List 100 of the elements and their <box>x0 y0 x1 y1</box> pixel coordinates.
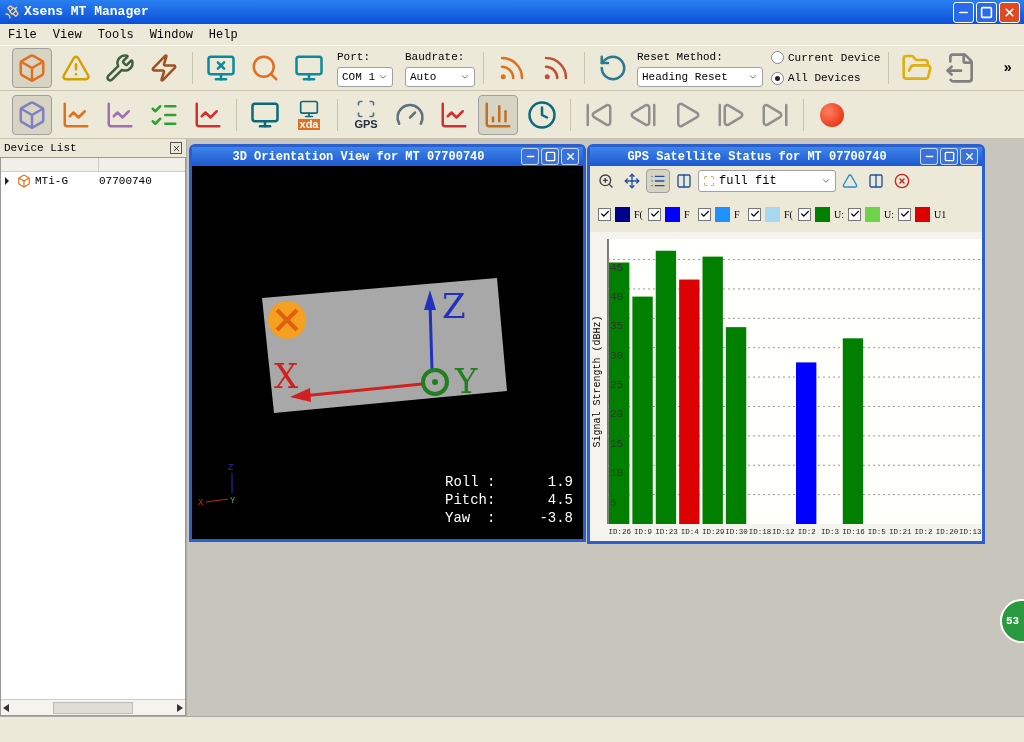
grid-icon <box>356 99 376 119</box>
y-axis-title: Signal Strength (dBHz) <box>592 315 603 448</box>
sensor-marker-icon <box>268 301 306 339</box>
monitor-icon <box>294 53 324 83</box>
radio-button[interactable] <box>771 51 784 65</box>
menu-item[interactable]: Tools <box>97 25 134 44</box>
readout-value: 4.5 <box>546 491 573 509</box>
readout-value: -3.8 <box>538 509 573 527</box>
window-title: Xsens MT Manager <box>24 3 149 22</box>
toolbar-button[interactable]: GPS <box>346 94 386 135</box>
close-button[interactable] <box>170 142 182 154</box>
y-axis-marker <box>421 368 449 396</box>
legend-checkbox[interactable] <box>848 207 861 221</box>
delete-icon <box>894 173 910 189</box>
baudrate-label: Baudrate: <box>405 49 466 65</box>
y-tick-label: 40 <box>610 290 624 303</box>
scrollbar-thumb[interactable] <box>53 701 133 714</box>
y-tick-label: 25 <box>610 379 624 392</box>
legend-checkbox[interactable] <box>698 207 711 221</box>
record-icon <box>820 102 844 127</box>
badge-count: 53 <box>1006 613 1020 629</box>
maximize-button[interactable] <box>541 148 559 165</box>
wrench-icon <box>105 53 135 83</box>
clock-icon <box>527 99 557 130</box>
y-tick-label: 5 <box>610 496 617 509</box>
bolt-icon <box>149 53 179 83</box>
cube-icon <box>17 99 47 130</box>
menu-item[interactable]: Help <box>208 25 238 44</box>
y-tick-label: 30 <box>610 349 624 362</box>
legend-label: F <box>734 207 741 222</box>
y-tick-label: 35 <box>610 320 624 333</box>
minimize-button[interactable] <box>521 148 539 165</box>
triangle-icon <box>842 173 858 189</box>
caret-icon <box>821 176 831 186</box>
port-select[interactable]: COM 1 <box>337 67 393 88</box>
readout-label: Yaw : <box>445 509 497 527</box>
zoom-icon <box>598 173 614 189</box>
fit-select[interactable]: full fit <box>698 170 836 192</box>
minimize-button[interactable] <box>920 148 938 165</box>
monitor-icon <box>299 99 319 119</box>
frame-icon <box>703 175 715 187</box>
move-icon <box>624 173 640 189</box>
legend-checkbox[interactable] <box>748 207 761 221</box>
close-icon <box>564 151 576 162</box>
y-tick-label: 20 <box>610 408 624 421</box>
menu-item[interactable]: View <box>52 25 82 44</box>
device-icon <box>17 53 47 83</box>
menu-item[interactable]: Window <box>149 25 193 44</box>
monitor-x-icon <box>206 53 236 83</box>
axis-label: X <box>198 498 204 508</box>
legend-label: U: <box>884 207 894 222</box>
overflow-button[interactable]: » <box>1003 57 1012 79</box>
check-icon <box>799 209 810 219</box>
scroll-right-icon[interactable] <box>177 703 183 712</box>
check-icon <box>749 209 760 219</box>
device-name: MTi-G <box>35 173 69 189</box>
legend-checkbox[interactable] <box>648 207 661 221</box>
check-icon <box>849 209 860 219</box>
scroll-left-icon[interactable] <box>3 703 9 712</box>
check-icon <box>649 209 660 219</box>
reset-method-label: Reset Method: <box>637 49 724 65</box>
window-title: 3D Orientation View for MT 07700740 <box>231 148 486 166</box>
minimize-button[interactable] <box>953 1 974 23</box>
panel-title: Device List <box>4 140 77 156</box>
baudrate-select[interactable]: Auto <box>405 67 475 88</box>
toolbar-button[interactable] <box>646 169 670 193</box>
y-tick-label: 15 <box>610 437 624 450</box>
close-icon <box>171 143 181 153</box>
axis-label: Y <box>455 361 478 401</box>
legend-checkbox[interactable] <box>798 207 811 221</box>
radio-label[interactable]: All Devices <box>788 70 861 87</box>
legend-checkbox[interactable] <box>598 207 611 221</box>
axis-label: Z <box>228 463 234 473</box>
app-icon <box>4 4 20 20</box>
icon-caption: xda <box>297 119 321 130</box>
legend-checkbox[interactable] <box>898 207 911 221</box>
check-icon <box>599 209 610 219</box>
axis-label: Y <box>230 496 236 506</box>
axis-label: Z <box>442 286 466 326</box>
reset-method-select[interactable]: Heading Reset <box>637 67 763 88</box>
maximize-button[interactable] <box>940 148 958 165</box>
device-row[interactable]: MTi-G 07700740 <box>1 172 185 190</box>
axis-label: X <box>274 356 299 396</box>
menu-item[interactable]: File <box>8 25 37 44</box>
legend-label: F( <box>784 207 794 222</box>
device-id: 07700740 <box>99 173 152 189</box>
columns-icon <box>868 173 884 189</box>
warning-list-icon <box>61 53 91 83</box>
close-icon <box>963 151 975 162</box>
legend-label: U: <box>834 207 844 222</box>
maximize-icon <box>980 5 993 19</box>
axis-triad-lines <box>205 472 233 503</box>
reset-icon <box>598 53 628 83</box>
icon-caption: GPS <box>354 119 378 130</box>
device-icon <box>17 174 31 188</box>
legend-label: U1 <box>934 207 944 222</box>
legend-label: F( <box>634 207 644 222</box>
radio-button[interactable] <box>771 71 784 85</box>
maximize-button[interactable] <box>976 1 997 23</box>
radio-label[interactable]: Current Device <box>788 49 881 66</box>
